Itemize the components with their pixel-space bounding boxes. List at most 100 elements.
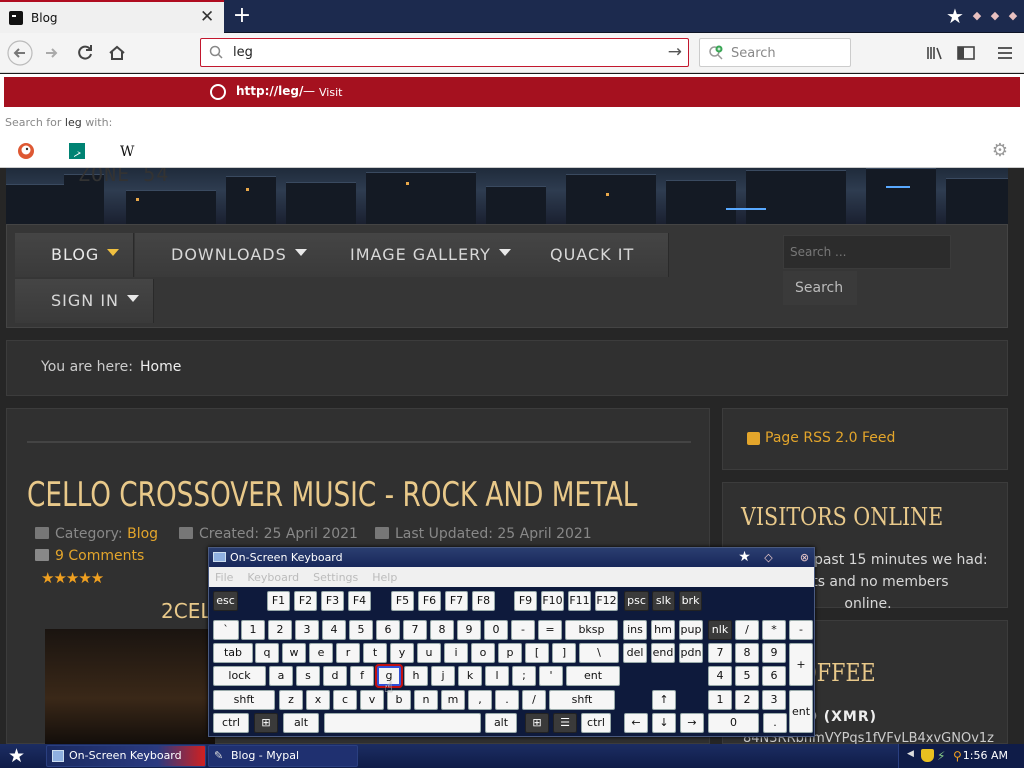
wikipedia-icon[interactable]: W xyxy=(119,142,137,160)
osk-key[interactable]: s xyxy=(296,666,320,686)
search-settings-gear-icon[interactable]: ⚙ xyxy=(992,140,1008,161)
menu-quack-it[interactable]: QUACK IT xyxy=(514,233,670,277)
osk-key[interactable]: ctrl xyxy=(213,713,249,733)
suggestion-visit-row[interactable]: http://leg/ — Visit xyxy=(4,77,1020,107)
osk-key[interactable]: alt xyxy=(485,713,517,733)
osk-key[interactable]: o xyxy=(471,643,495,663)
library-button[interactable] xyxy=(922,40,948,66)
minimize-button[interactable]: ◆ xyxy=(970,9,984,23)
osk-key[interactable]: 4 xyxy=(322,620,346,640)
osk-key[interactable]: a xyxy=(269,666,293,686)
osk-key[interactable]: ⊞ xyxy=(254,713,278,733)
osk-key[interactable]: - xyxy=(789,620,813,640)
tab-blog[interactable]: Blog ✕ xyxy=(0,0,224,33)
osk-key[interactable]: / xyxy=(735,620,759,640)
reload-button[interactable] xyxy=(71,39,99,67)
osk-key[interactable]: = xyxy=(538,620,562,640)
osk-key[interactable]: - xyxy=(511,620,535,640)
osk-key[interactable]: q xyxy=(255,643,279,663)
osk-key[interactable]: t xyxy=(363,643,387,663)
osk-key[interactable]: 8 xyxy=(735,643,759,663)
osk-key[interactable]: ↓ xyxy=(652,713,676,733)
url-input-text[interactable]: leg xyxy=(233,45,253,60)
osk-key[interactable]: w xyxy=(282,643,306,663)
osk-key[interactable]: 7 xyxy=(708,643,732,663)
comments-link[interactable]: 9 Comments xyxy=(35,548,144,564)
close-window-button[interactable]: ◆ xyxy=(1006,9,1020,23)
osk-key[interactable]: j xyxy=(431,666,455,686)
osk-key[interactable]: del xyxy=(623,643,647,663)
network-icon[interactable]: ⚡ xyxy=(937,749,950,763)
osk-key[interactable]: esc xyxy=(213,591,238,611)
menu-image-gallery[interactable]: IMAGE GALLERY xyxy=(314,233,526,277)
article-title[interactable]: CELLO CROSSOVER MUSIC - ROCK AND METAL xyxy=(27,475,637,515)
search-bar[interactable]: Search xyxy=(699,38,851,67)
osk-key[interactable]: 8 xyxy=(430,620,454,640)
site-search-input[interactable]: Search ... xyxy=(783,235,951,269)
osk-key[interactable]: 1 xyxy=(241,620,265,640)
sidebar-button[interactable] xyxy=(953,40,979,66)
osk-key[interactable]: end xyxy=(651,643,675,663)
osk-key[interactable]: p xyxy=(498,643,522,663)
osk-key[interactable]: 7 xyxy=(403,620,427,640)
osk-key[interactable]: pup xyxy=(679,620,703,640)
osk-key[interactable]: 1 xyxy=(708,690,732,710)
osk-key[interactable]: + xyxy=(789,643,813,686)
menu-blog[interactable]: BLOG xyxy=(15,233,135,277)
osk-key[interactable]: e xyxy=(309,643,333,663)
start-button[interactable]: ★ xyxy=(0,744,44,768)
osk-key[interactable]: 2 xyxy=(268,620,292,640)
osk-key[interactable]: n xyxy=(414,690,438,710)
osk-key[interactable]: F1 xyxy=(267,591,290,611)
osk-key[interactable]: bksp xyxy=(565,620,618,640)
osk-key[interactable]: ] xyxy=(552,643,576,663)
osk-key[interactable]: ctrl xyxy=(581,713,611,733)
osk-key[interactable]: psc xyxy=(624,591,649,611)
osk-key[interactable]: ` xyxy=(213,620,239,640)
osk-key[interactable]: ' xyxy=(539,666,563,686)
tray-expand-icon[interactable]: ◀ xyxy=(907,749,920,762)
osk-key[interactable]: x xyxy=(306,690,330,710)
osk-key[interactable]: F8 xyxy=(472,591,495,611)
osk-key[interactable]: y xyxy=(390,643,414,663)
menu-sign-in[interactable]: SIGN IN xyxy=(15,279,155,323)
osk-key[interactable]: F9 xyxy=(514,591,537,611)
osk-close-button[interactable]: ⊗ xyxy=(796,549,813,566)
osk-key[interactable]: shft xyxy=(549,690,615,710)
back-button[interactable] xyxy=(6,39,34,67)
shield-icon[interactable] xyxy=(921,749,934,762)
rating-stars[interactable]: ★★★★★ xyxy=(41,569,104,587)
forward-button[interactable] xyxy=(38,39,66,67)
osk-key[interactable]: alt xyxy=(283,713,319,733)
osk-key[interactable]: 9 xyxy=(762,643,786,663)
taskbar-item-blog[interactable]: ✎ Blog - Mypal xyxy=(208,745,358,767)
osk-key[interactable]: . xyxy=(495,690,519,710)
duckduckgo-icon[interactable] xyxy=(17,142,35,160)
osk-key[interactable]: F11 xyxy=(568,591,591,611)
osk-key[interactable]: 3 xyxy=(295,620,319,640)
home-button[interactable] xyxy=(103,39,131,67)
osk-key[interactable]: 0 xyxy=(484,620,508,640)
osk-key[interactable]: 9 xyxy=(457,620,481,640)
osk-key[interactable]: ☰ xyxy=(553,713,577,733)
osk-key[interactable]: nlk xyxy=(708,620,732,640)
osk-key[interactable]: → xyxy=(680,713,704,733)
osk-key[interactable]: \ xyxy=(579,643,619,663)
osk-key[interactable]: F12 xyxy=(595,591,618,611)
osk-key[interactable]: slk xyxy=(652,591,675,611)
rss-link[interactable]: Page RSS 2.0 Feed xyxy=(765,430,895,446)
bing-icon[interactable] xyxy=(68,142,86,160)
maximize-button[interactable]: ◆ xyxy=(988,9,1002,23)
osk-key[interactable]: lock xyxy=(213,666,266,686)
osk-key[interactable]: 3 xyxy=(762,690,786,710)
osk-key[interactable]: [ xyxy=(525,643,549,663)
osk-menu-keyboard[interactable]: Keyboard xyxy=(247,571,299,584)
menu-button[interactable] xyxy=(992,40,1018,66)
osk-key[interactable]: ent xyxy=(566,666,620,686)
osk-key[interactable]: F3 xyxy=(321,591,344,611)
osk-key[interactable]: F5 xyxy=(391,591,414,611)
osk-key[interactable]: / xyxy=(522,690,546,710)
osk-key[interactable]: F4 xyxy=(348,591,371,611)
osk-key[interactable]: f xyxy=(350,666,374,686)
osk-key[interactable]: ent xyxy=(789,690,813,733)
